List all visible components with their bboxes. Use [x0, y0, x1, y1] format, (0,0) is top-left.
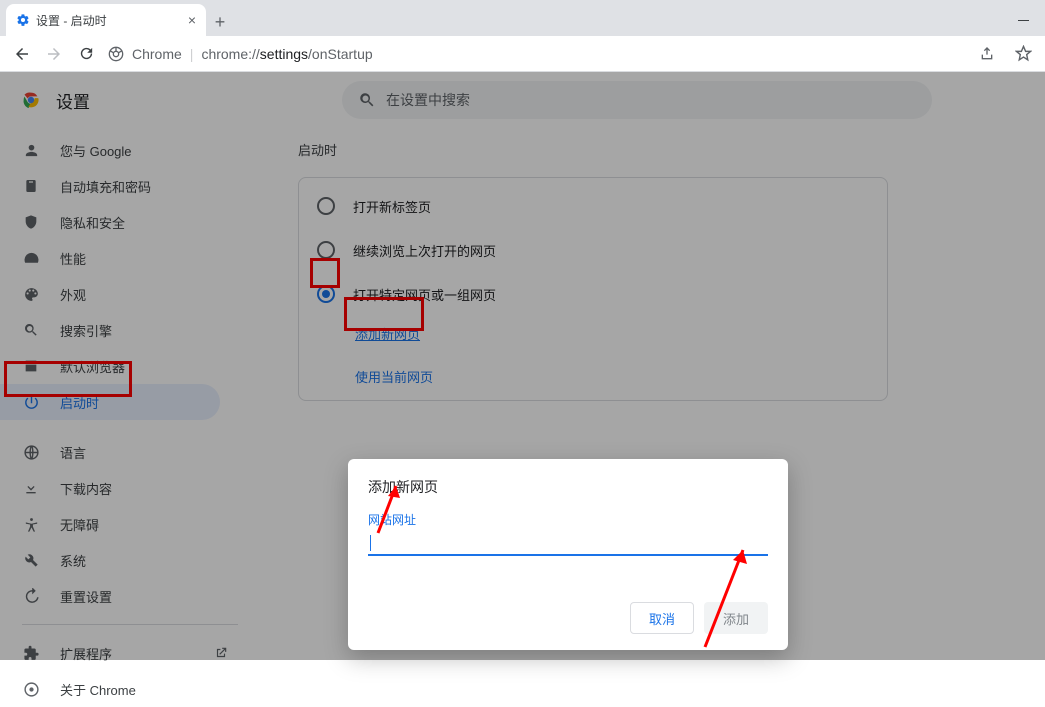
tab-strip: 设置 - 启动时 × + — [0, 0, 1045, 36]
forward-button[interactable] — [40, 40, 68, 68]
sidebar-item-label: 关于 Chrome — [60, 680, 136, 699]
url-field-label: 网站网址 — [368, 511, 768, 528]
reload-button[interactable] — [72, 40, 100, 68]
chrome-status-icon — [108, 46, 124, 62]
address-bar[interactable]: Chrome | chrome://settings/onStartup — [104, 46, 961, 62]
sidebar-item-about[interactable]: 关于 Chrome — [0, 671, 220, 707]
url-input[interactable] — [368, 532, 768, 556]
minimize-button[interactable] — [1001, 4, 1045, 36]
url-path-rest: /onStartup — [308, 46, 373, 62]
url-sep: | — [190, 46, 194, 62]
browser-toolbar: Chrome | chrome://settings/onStartup — [0, 36, 1045, 72]
dialog-title: 添加新网页 — [368, 477, 768, 497]
url-origin-label: Chrome — [132, 46, 182, 62]
add-button[interactable]: 添加 — [704, 602, 768, 634]
cancel-button[interactable]: 取消 — [630, 602, 694, 634]
share-icon[interactable] — [973, 40, 1001, 68]
add-page-dialog: 添加新网页 网站网址 取消 添加 — [348, 459, 788, 650]
close-tab-icon[interactable]: × — [188, 12, 196, 28]
tab-title: 设置 - 启动时 — [36, 12, 107, 29]
text-caret — [370, 535, 371, 551]
browser-tab[interactable]: 设置 - 启动时 × — [6, 4, 206, 36]
url-path-bold: settings — [260, 46, 308, 62]
back-button[interactable] — [8, 40, 36, 68]
chrome-icon — [22, 680, 40, 698]
window-controls — [1001, 4, 1045, 36]
url-scheme: chrome:// — [201, 46, 259, 62]
gear-icon — [16, 13, 30, 27]
new-tab-button[interactable]: + — [206, 8, 234, 36]
bookmark-icon[interactable] — [1009, 40, 1037, 68]
